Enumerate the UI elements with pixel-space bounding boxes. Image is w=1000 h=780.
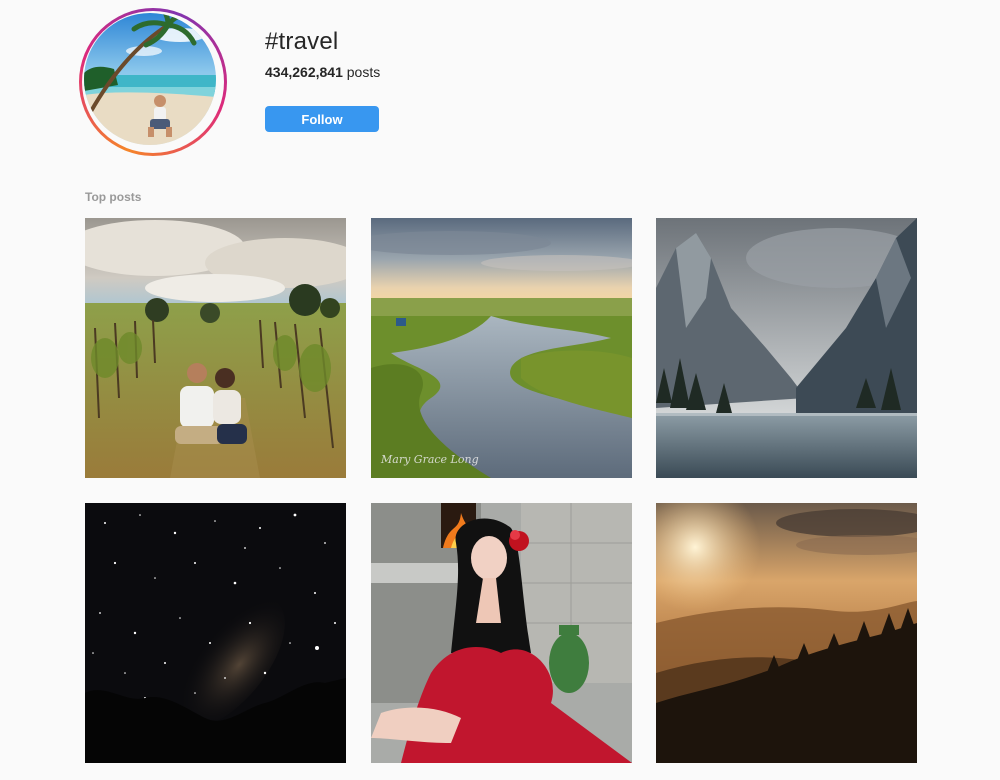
post-tile-mountain-sunset[interactable] <box>656 503 917 763</box>
post-count-number: 434,262,841 <box>265 64 343 80</box>
post-image <box>85 503 346 763</box>
post-tile-marsh-river[interactable]: Mary Grace Long <box>371 218 632 478</box>
avatar-image <box>84 13 216 145</box>
hashtag-avatar[interactable] <box>79 8 227 156</box>
post-image: Mary Grace Long <box>371 218 632 478</box>
hashtag-header: #travel 434,262,841 posts Follow <box>0 0 1000 170</box>
post-count: 434,262,841 posts <box>265 64 380 80</box>
post-tile-milky-way[interactable] <box>85 503 346 763</box>
post-tile-mountain-lake[interactable] <box>656 218 917 478</box>
post-image <box>371 503 632 763</box>
photo-watermark: Mary Grace Long <box>380 453 479 466</box>
post-count-suffix: posts <box>342 64 381 80</box>
post-tile-vineyard[interactable] <box>85 218 346 478</box>
post-image <box>85 218 346 478</box>
post-tile-red-dress[interactable] <box>371 503 632 763</box>
post-image <box>656 503 917 763</box>
hashtag-title: #travel <box>265 28 339 55</box>
follow-button[interactable]: Follow <box>265 106 379 132</box>
post-image <box>656 218 917 478</box>
top-posts-label: Top posts <box>85 190 142 204</box>
